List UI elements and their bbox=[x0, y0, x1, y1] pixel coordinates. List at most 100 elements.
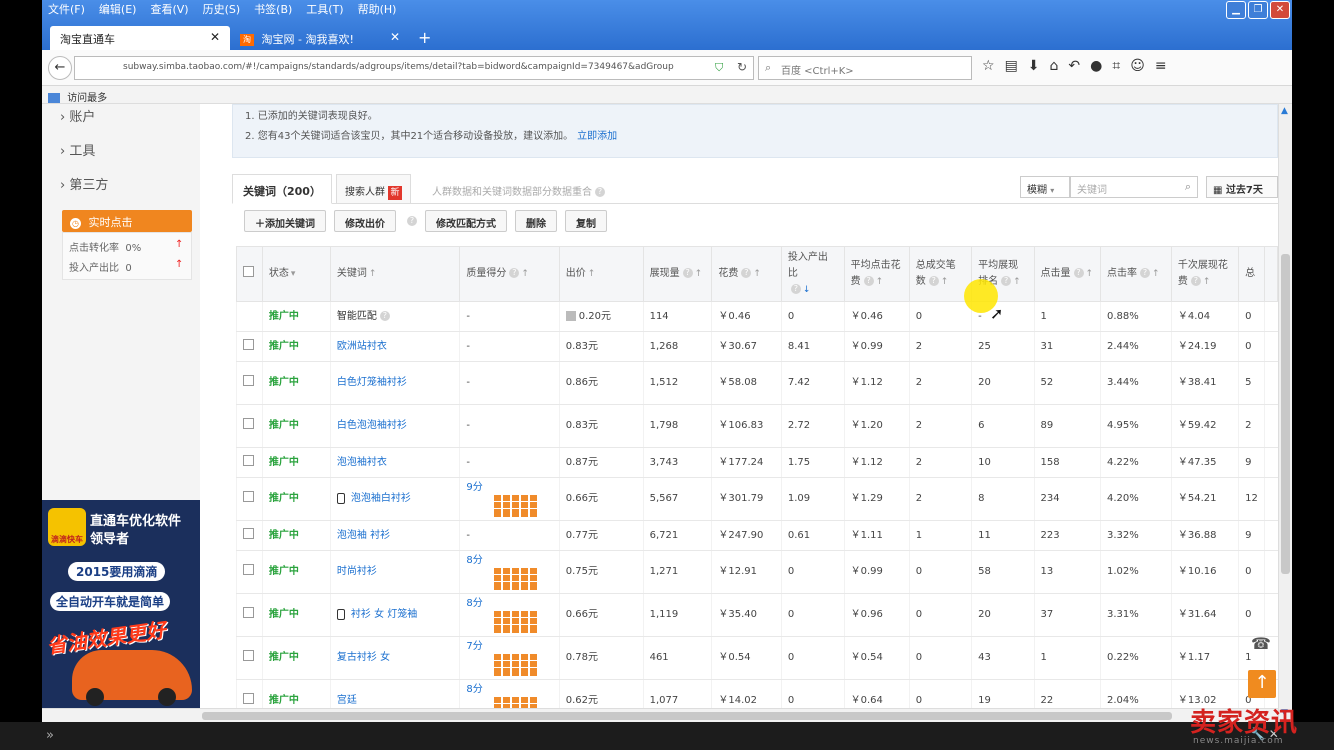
delete-button[interactable]: 删除 bbox=[515, 210, 557, 232]
row-checkbox[interactable] bbox=[243, 650, 254, 661]
cell-bid[interactable]: 0.66元 bbox=[558, 593, 644, 637]
col-clicks[interactable]: 点击量? ↑ bbox=[1033, 246, 1102, 302]
edit-bid-button[interactable]: 修改出价 bbox=[334, 210, 396, 232]
help-icon[interactable]: ? bbox=[407, 216, 417, 226]
cell-bid[interactable]: 0.20元 bbox=[558, 301, 644, 332]
customer-service-icon[interactable]: ☎ bbox=[1248, 634, 1274, 660]
table-row[interactable]: 推广中 欧洲站衬衣 - 0.83元 1,268 ￥30.67 8.41 ￥0.99 2 25 31 2… bbox=[236, 331, 1278, 362]
select-all-checkbox[interactable] bbox=[243, 265, 254, 277]
menu-help[interactable]: 帮助(H) bbox=[358, 1, 397, 17]
keyword-link[interactable]: 智能匹配 bbox=[337, 311, 377, 322]
new-tab-button[interactable]: + bbox=[410, 26, 439, 50]
col-impressions[interactable]: 展现量? ↑ bbox=[642, 246, 713, 302]
ad-banner[interactable]: 滴滴快车 直通车优化软件 领导者 2015要用滴滴 全自动开车就是简单 省油效果… bbox=[42, 500, 200, 710]
sidebar-item-tools[interactable]: › 工具 bbox=[60, 140, 95, 159]
copy-button[interactable]: 复制 bbox=[565, 210, 607, 232]
cell-bid[interactable]: 0.87元 bbox=[558, 447, 644, 478]
col-roi[interactable]: 投入产出比? ↓ bbox=[780, 246, 845, 302]
menu-tools[interactable]: 工具(T) bbox=[306, 1, 343, 17]
expand-icon[interactable]: » bbox=[46, 728, 54, 743]
table-row[interactable]: 推广中 泡泡袖白衬衫 9分 0.66元 5,567 ￥301.79 1.09 ￥1.29 2 8 2… bbox=[236, 477, 1278, 521]
add-keyword-button[interactable]: ＋添加关键词 bbox=[244, 210, 326, 232]
tab-zhitongche[interactable]: 淘宝直通车 ✕ bbox=[50, 26, 230, 50]
menu-edit[interactable]: 编辑(E) bbox=[99, 1, 137, 17]
table-row[interactable]: 推广中 泡泡袖 衬衫 -0.77元 6,721 ￥247.90 0.61 ￥1.11 1 11 2… bbox=[236, 520, 1278, 551]
sidebar-item-account[interactable]: › 账户 bbox=[60, 106, 95, 125]
date-range-select[interactable]: ▦ 过去7天 bbox=[1206, 176, 1278, 198]
cell-bid[interactable]: 0.86元 bbox=[558, 361, 644, 405]
close-window-button[interactable]: ✕ bbox=[1270, 1, 1290, 19]
menu-icon[interactable]: ≡ bbox=[1155, 58, 1167, 74]
quality-score[interactable]: 8分 bbox=[466, 598, 482, 609]
undo-icon[interactable]: ↶ bbox=[1068, 58, 1080, 74]
col-keyword[interactable]: 关键词 ↑ bbox=[329, 246, 461, 302]
address-bar[interactable]: subway.simba.taobao.com/#!/campaigns/sta… bbox=[74, 56, 754, 80]
col-total[interactable]: 总 bbox=[1238, 246, 1265, 302]
search-icon[interactable]: ⌕ bbox=[1185, 180, 1191, 194]
col-cost[interactable]: 花费? ↑ bbox=[711, 246, 782, 302]
cell-bid[interactable]: 0.77元 bbox=[558, 520, 644, 551]
tab-taobao[interactable]: 淘 淘宝网 - 淘我喜欢! ✕ bbox=[230, 26, 410, 50]
help-icon[interactable]: ? bbox=[379, 310, 390, 321]
back-to-top-button[interactable]: ↑ bbox=[1248, 670, 1276, 698]
quality-score[interactable]: 8分 bbox=[466, 684, 482, 695]
menu-bookmarks[interactable]: 书签(B) bbox=[254, 1, 292, 17]
cell-bid[interactable]: 0.66元 bbox=[558, 477, 644, 521]
row-checkbox[interactable] bbox=[243, 375, 254, 386]
quality-score[interactable]: 8分 bbox=[466, 555, 482, 566]
table-row[interactable]: 推广中 白色泡泡袖衬衫 - 0.83元 1,798 ￥106.83 2.72 ￥1.20 2 6 8… bbox=[236, 404, 1278, 448]
cell-bid[interactable]: 0.75元 bbox=[558, 550, 644, 594]
bookmark-most-visited[interactable]: 访问最多 bbox=[67, 93, 107, 104]
quality-score[interactable]: 9分 bbox=[466, 482, 482, 493]
crop-icon[interactable]: ⌗ bbox=[1112, 58, 1120, 74]
keyword-link[interactable]: 时尚衬衫 bbox=[337, 566, 377, 577]
home-icon[interactable]: ⌂ bbox=[1050, 58, 1059, 74]
row-checkbox[interactable] bbox=[243, 454, 254, 466]
keyword-link[interactable]: 宫廷 bbox=[337, 695, 357, 706]
keyword-link[interactable]: 泡泡袖白衬衫 bbox=[351, 493, 411, 504]
table-row[interactable]: 推广中 衬衫 女 灯笼袖 8分 0.66元 1,119 ￥35.40 0 ￥0.96 0 20 37… bbox=[236, 593, 1278, 637]
row-checkbox[interactable] bbox=[243, 693, 254, 704]
keyword-link[interactable]: 衬衫 女 灯笼袖 bbox=[351, 609, 417, 620]
col-orders[interactable]: 总成交笔数? ↑ bbox=[908, 246, 973, 302]
keyword-link[interactable]: 泡泡袖衬衣 bbox=[337, 457, 387, 468]
keyword-link[interactable]: 欧洲站衬衣 bbox=[337, 341, 387, 352]
keyword-search-input[interactable]: 关键词 ⌕ bbox=[1070, 176, 1198, 198]
emoji-icon[interactable]: ☺ bbox=[1130, 58, 1145, 74]
cell-bid[interactable]: 0.83元 bbox=[558, 331, 644, 362]
keyword-link[interactable]: 泡泡袖 衬衫 bbox=[337, 530, 390, 541]
close-tab-icon[interactable]: ✕ bbox=[390, 30, 400, 44]
vertical-scrollbar[interactable]: ▲ ▼ bbox=[1278, 104, 1292, 722]
col-ctr[interactable]: 点击率? ↑ bbox=[1100, 246, 1172, 302]
keyword-link[interactable]: 白色泡泡袖衬衫 bbox=[337, 420, 407, 431]
add-now-link[interactable]: 立即添加 bbox=[577, 131, 617, 142]
match-mode-select[interactable]: 模糊 ▾ bbox=[1020, 176, 1070, 198]
scrollbar-thumb[interactable] bbox=[1281, 254, 1290, 574]
keyword-link[interactable]: 复古衬衫 女 bbox=[337, 652, 390, 663]
tab-search-crowd[interactable]: 搜索人群新 bbox=[336, 174, 411, 204]
edit-match-button[interactable]: 修改匹配方式 bbox=[425, 210, 507, 232]
menu-history[interactable]: 历史(S) bbox=[203, 1, 241, 17]
realtime-click-header[interactable]: ◷ 实时点击 bbox=[62, 210, 192, 232]
chat-icon[interactable]: ● bbox=[1090, 58, 1102, 74]
row-checkbox[interactable] bbox=[243, 527, 254, 539]
col-status[interactable]: 状态 ▾ bbox=[261, 246, 331, 302]
maximize-button[interactable]: ❐ bbox=[1248, 1, 1268, 19]
search-box[interactable]: ⌕ 百度 <Ctrl+K> bbox=[758, 56, 972, 80]
table-row[interactable]: 推广中 白色灯笼袖衬衫 - 0.86元 1,512 ￥58.08 7.42 ￥1.12 2 20 5… bbox=[236, 361, 1278, 405]
cell-bid[interactable]: 0.83元 bbox=[558, 404, 644, 448]
col-bid[interactable]: 出价 ↑ bbox=[558, 246, 644, 302]
quality-score[interactable]: 7分 bbox=[466, 641, 482, 652]
minimize-button[interactable]: ▁ bbox=[1226, 1, 1246, 19]
table-row[interactable]: 推广中 复古衬衫 女 7分 0.78元 461 ￥0.54 0 ￥0.54 0 43 1 0.22% ￥… bbox=[236, 636, 1278, 680]
row-checkbox[interactable] bbox=[243, 607, 254, 618]
table-row[interactable]: 推广中 时尚衬衫 8分 0.75元 1,271 ￥12.91 0 ￥0.99 0 58 13 1.02… bbox=[236, 550, 1278, 594]
table-row[interactable]: 推广中 智能匹配? -0.20元 114 ￥0.46 0 ￥0.46 0-1 0.88% ￥4.0… bbox=[236, 301, 1278, 332]
scrollbar-thumb[interactable] bbox=[202, 712, 1172, 720]
row-checkbox[interactable] bbox=[243, 564, 254, 575]
reload-icon[interactable]: ↻ bbox=[737, 60, 747, 74]
horizontal-scrollbar[interactable] bbox=[42, 708, 1278, 722]
sidebar-item-third-party[interactable]: › 第三方 bbox=[60, 174, 108, 193]
row-checkbox[interactable] bbox=[243, 491, 254, 502]
menu-file[interactable]: 文件(F) bbox=[48, 1, 85, 17]
